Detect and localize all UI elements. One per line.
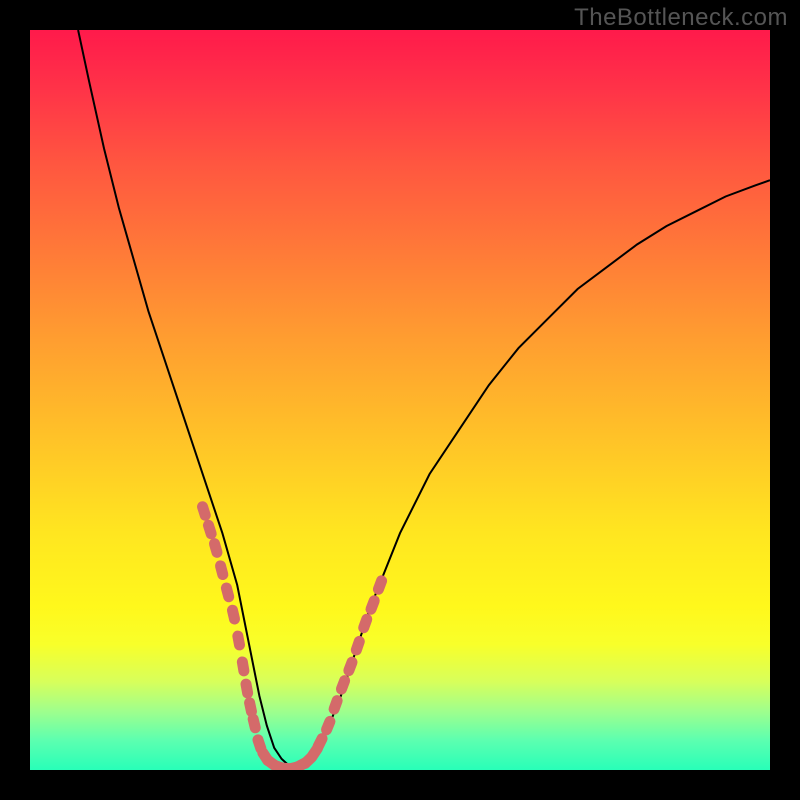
curve-marker — [349, 634, 366, 656]
curve-marker — [247, 712, 262, 734]
bottleneck-curve — [78, 30, 770, 768]
curve-marker — [226, 604, 241, 626]
curve-marker — [342, 655, 359, 678]
curve-marker — [196, 500, 213, 522]
curve-marker — [240, 678, 254, 700]
curve-marker — [214, 559, 230, 581]
curve-marker — [202, 518, 219, 540]
curve-marker — [364, 594, 381, 617]
curve-marker — [231, 630, 245, 652]
curve-marker — [208, 537, 224, 559]
watermark-text: TheBottleneck.com — [574, 4, 788, 32]
plot-area — [30, 30, 770, 770]
curve-marker — [327, 694, 344, 717]
chart-frame: TheBottleneck.com — [0, 0, 800, 800]
curve-marker — [357, 612, 374, 635]
curve-marker — [236, 656, 250, 678]
curve-svg — [30, 30, 770, 770]
curve-marker — [220, 581, 236, 603]
curve-marker — [334, 674, 351, 697]
curve-marker — [371, 574, 388, 597]
